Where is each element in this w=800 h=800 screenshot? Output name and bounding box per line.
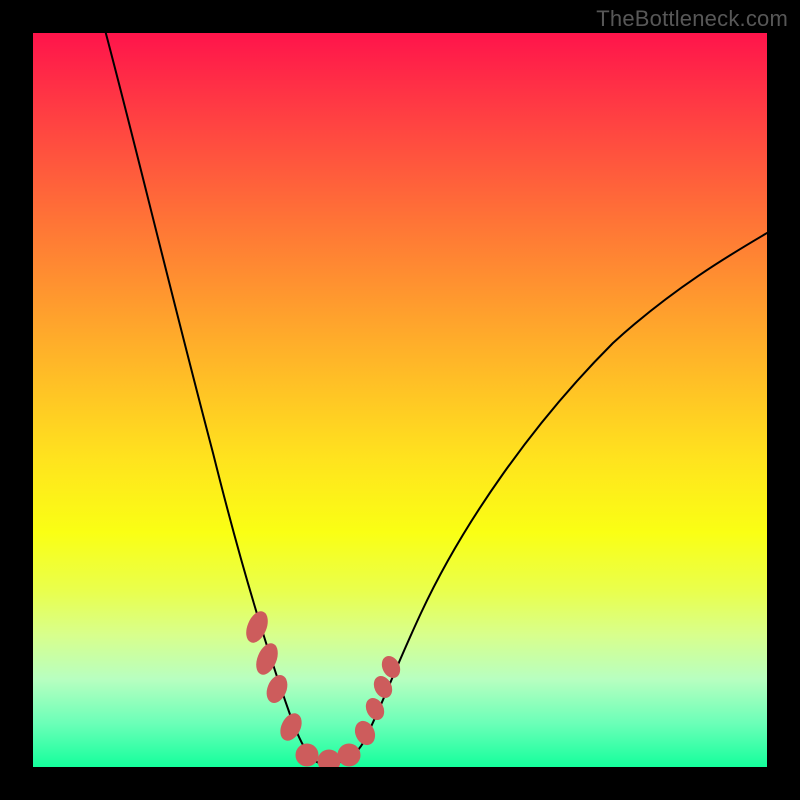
bottleneck-curve-svg <box>33 33 767 767</box>
bottleneck-curve-path <box>95 33 767 764</box>
watermark-text: TheBottleneck.com <box>596 6 788 32</box>
chart-plot-area <box>33 33 767 767</box>
highlight-dots-group <box>243 609 403 767</box>
